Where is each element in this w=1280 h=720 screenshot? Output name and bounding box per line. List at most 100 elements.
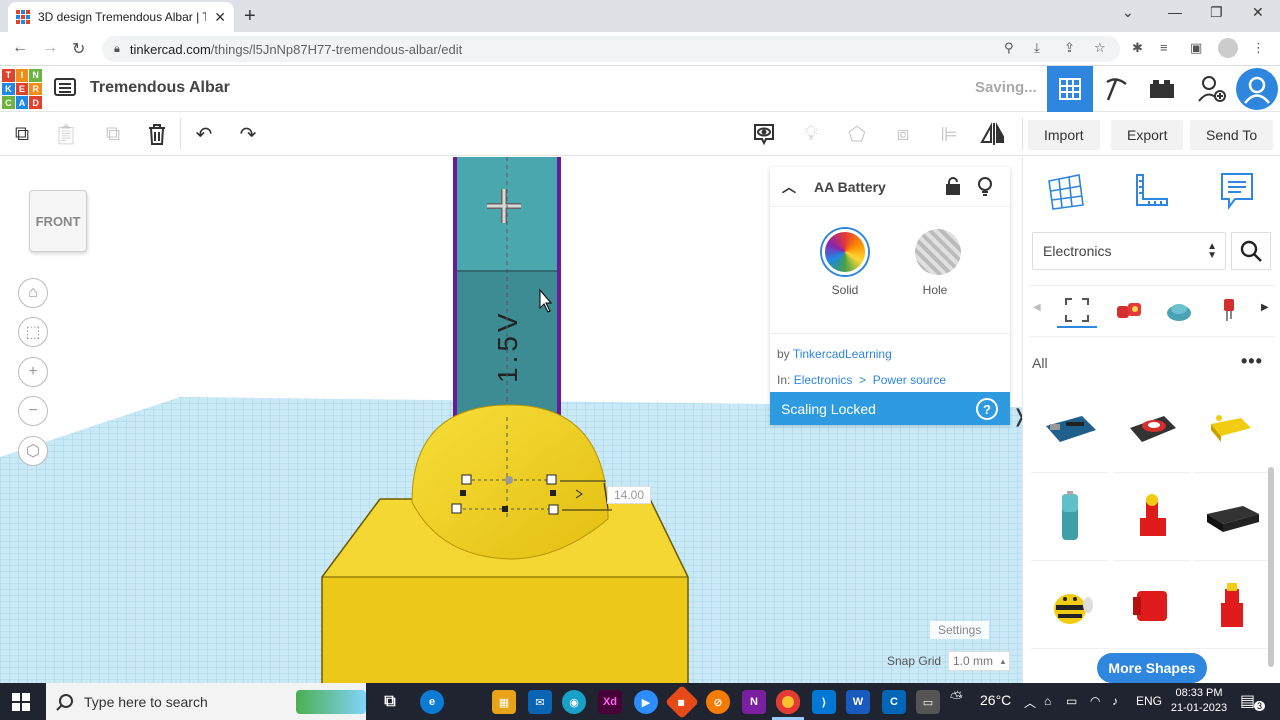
dimension-input[interactable]: 14.00	[607, 486, 651, 504]
shape-tile[interactable]	[1113, 561, 1191, 649]
store-icon[interactable]: ▦	[492, 690, 516, 714]
battery-icon[interactable]: ▭	[1066, 694, 1077, 708]
tray-chevron-icon[interactable]: ︿	[1024, 694, 1036, 711]
wifi-icon[interactable]: ◠	[1090, 694, 1100, 708]
show-all-icon[interactable]	[752, 122, 776, 146]
extensions-icon[interactable]: ✱	[1132, 40, 1143, 56]
solid-color-swatch[interactable]	[822, 229, 868, 275]
zoom-app-icon[interactable]: ▶	[634, 690, 658, 714]
codeblocks-button[interactable]	[1093, 66, 1139, 112]
undo-icon[interactable]: ↶	[192, 122, 216, 146]
new-tab-icon[interactable]: +	[244, 6, 256, 26]
duplicate-icon[interactable]: ⧉	[101, 122, 125, 146]
shape-tile[interactable]	[1193, 385, 1271, 473]
media-icon[interactable]: ≡	[1160, 40, 1168, 55]
send-to-button[interactable]: Send To	[1190, 120, 1274, 150]
settings-button[interactable]: Settings	[930, 621, 990, 639]
close-window-icon[interactable]: ✕	[1252, 4, 1264, 21]
category-link[interactable]: Electronics	[794, 373, 853, 387]
adobe-xd-icon[interactable]: Xd	[598, 690, 622, 714]
scroll-right-icon[interactable]: ▶	[1261, 302, 1269, 313]
back-icon[interactable]: ←	[12, 39, 28, 57]
vscode-icon[interactable]: ⟩	[812, 690, 836, 714]
visibility-bulb-icon[interactable]	[977, 177, 993, 200]
subcategory-link[interactable]: Power source	[873, 373, 946, 387]
shape-tile[interactable]	[1113, 385, 1191, 473]
input-language[interactable]: ENG	[1136, 694, 1162, 708]
shapes-scrollbar[interactable]	[1268, 467, 1274, 667]
install-icon[interactable]: ⤓	[1034, 40, 1040, 56]
profile-avatar[interactable]	[1218, 38, 1238, 58]
shape-tile[interactable]	[1113, 473, 1191, 561]
zoom-out-icon[interactable]: −	[18, 396, 48, 426]
more-shapes-button[interactable]: More Shapes	[1097, 653, 1207, 683]
lightbulb-icon[interactable]: 💡︎	[799, 122, 823, 146]
lock-shape-icon[interactable]	[946, 177, 960, 198]
category-all[interactable]	[1057, 294, 1097, 328]
ruler-tool-button[interactable]	[1129, 169, 1173, 213]
workplane-tool-button[interactable]	[1043, 169, 1087, 213]
delete-icon[interactable]	[145, 122, 169, 146]
reload-icon[interactable]: ↻	[72, 39, 85, 59]
search-shapes-button[interactable]	[1231, 232, 1271, 270]
user-avatar[interactable]	[1236, 68, 1278, 110]
category-components[interactable]	[1209, 294, 1249, 328]
app-c-icon[interactable]: C	[882, 690, 906, 714]
export-button[interactable]: Export	[1111, 120, 1184, 150]
tinkercad-logo[interactable]: T I N K E R C A D	[2, 69, 42, 109]
shape-tile[interactable]	[1193, 561, 1271, 649]
chrome-icon[interactable]	[776, 690, 800, 714]
fit-view-icon[interactable]: ⬚	[18, 317, 48, 347]
task-view-icon[interactable]: ⧉	[378, 690, 402, 714]
import-button[interactable]: Import	[1028, 120, 1100, 150]
shape-tile[interactable]	[1031, 561, 1109, 649]
scroll-left-icon[interactable]: ◀	[1033, 302, 1041, 313]
invite-user-button[interactable]	[1189, 66, 1235, 112]
edge-icon[interactable]: e	[420, 690, 444, 714]
volume-icon[interactable]: ♪	[1112, 694, 1118, 708]
redo-icon[interactable]: ↷	[236, 122, 260, 146]
author-link[interactable]: TinkercadLearning	[793, 347, 892, 361]
design-title[interactable]: Tremendous Albar	[90, 79, 230, 97]
bricks-button[interactable]	[1139, 66, 1185, 112]
mirror-icon[interactable]	[980, 122, 1004, 146]
ungroup-icon[interactable]: ⧈	[891, 122, 915, 146]
browser-menu-icon[interactable]: ⋮	[1252, 40, 1265, 56]
category-electronics-parts[interactable]	[1109, 294, 1149, 328]
shape-tile[interactable]	[1031, 473, 1109, 561]
notes-tool-button[interactable]	[1215, 169, 1259, 213]
windows-start-icon[interactable]	[12, 693, 30, 711]
category-motors[interactable]	[1159, 294, 1199, 328]
browser-tab[interactable]: 3D design Tremendous Albar | Te ✕	[8, 2, 234, 32]
shape-category-select[interactable]: Electronics ▲ ▼	[1032, 232, 1226, 270]
collapse-inspector-icon[interactable]: ︿	[782, 177, 796, 197]
onenote-icon[interactable]: N	[742, 690, 766, 714]
notifications-icon[interactable]: ▤	[1240, 691, 1255, 711]
help-icon[interactable]: ?	[976, 398, 998, 420]
close-tab-icon[interactable]: ✕	[214, 9, 226, 26]
copy-icon[interactable]: ⧉	[10, 122, 34, 146]
bookmark-star-icon[interactable]: ☆	[1094, 40, 1106, 56]
git-icon[interactable]: ◆	[665, 685, 699, 719]
paste-icon[interactable]: 📋︎	[53, 122, 78, 146]
weather-icon[interactable]: ⛅︎	[950, 690, 963, 708]
snap-grid-select[interactable]: 1.0 mm ▲	[948, 651, 1010, 671]
url-input[interactable]: 🔒︎ tinkercad.com/things/l5JnNp87H77-trem…	[102, 36, 1120, 62]
minimize-icon[interactable]: —	[1168, 4, 1182, 20]
design-list-icon[interactable]	[54, 78, 76, 96]
side-panel-icon[interactable]: ▣	[1190, 40, 1202, 56]
forward-icon[interactable]: →	[42, 39, 58, 57]
shape-tile[interactable]	[1031, 385, 1109, 473]
hole-swatch[interactable]	[915, 229, 961, 275]
system-clock[interactable]: 08:33 PM 21-01-2023	[1166, 686, 1232, 716]
share-icon[interactable]: ⇪	[1064, 40, 1075, 56]
more-options-icon[interactable]: •••	[1241, 351, 1263, 372]
view-cube[interactable]: FRONT	[29, 190, 87, 252]
app-icon[interactable]: ◉	[562, 690, 586, 714]
3d-view-button[interactable]	[1047, 66, 1093, 112]
shape-tile[interactable]	[1193, 473, 1271, 561]
network-icon[interactable]: ⌂	[1044, 694, 1051, 708]
temperature[interactable]: 26°C	[980, 692, 1011, 708]
align-icon[interactable]: ⊫	[937, 122, 961, 146]
mail-icon[interactable]: ✉	[528, 690, 552, 714]
